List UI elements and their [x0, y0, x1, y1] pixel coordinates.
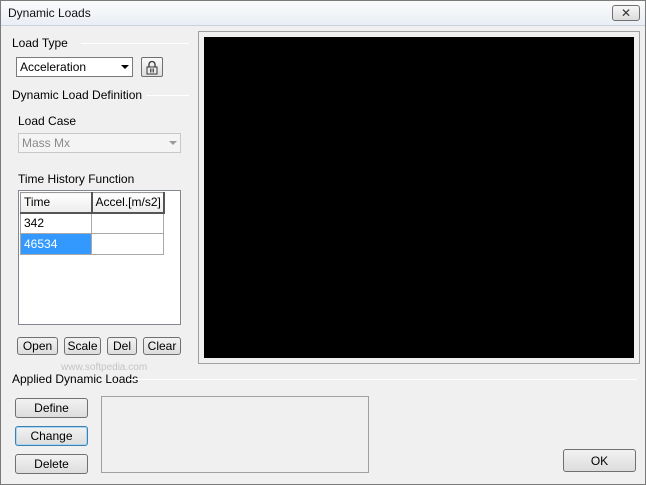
lock-icon: [146, 60, 158, 74]
load-case-select[interactable]: Mass Mx: [18, 133, 181, 153]
definition-divider: [146, 95, 189, 96]
define-button[interactable]: Define: [15, 398, 88, 418]
preview-canvas: [204, 37, 634, 358]
time-history-table: Time Accel.[m/s2] 342 46534: [20, 192, 165, 255]
clear-button[interactable]: Clear: [143, 337, 181, 355]
chevron-down-icon: [121, 65, 129, 69]
lock-button[interactable]: [141, 57, 163, 77]
close-icon: ✕: [620, 6, 632, 20]
preview-panel: [198, 31, 640, 364]
table-cell[interactable]: [91, 212, 164, 234]
dynamic-load-definition-label: Dynamic Load Definition: [12, 88, 143, 102]
close-button[interactable]: ✕: [612, 5, 640, 21]
applied-dynamic-loads-label: Applied Dynamic Loads: [12, 372, 139, 386]
del-button[interactable]: Del: [107, 337, 137, 355]
load-type-value: Acceleration: [20, 60, 87, 74]
load-type-divider: [81, 43, 189, 44]
load-type-label: Load Type: [12, 36, 68, 50]
column-header-accel[interactable]: Accel.[m/s2]: [91, 192, 165, 214]
open-button[interactable]: Open: [17, 337, 58, 355]
change-button[interactable]: Change: [15, 426, 88, 446]
delete-button[interactable]: Delete: [15, 454, 88, 474]
table-cell[interactable]: [91, 233, 164, 255]
window-title: Dynamic Loads: [8, 6, 91, 20]
load-case-value: Mass Mx: [22, 136, 70, 150]
load-case-label: Load Case: [18, 114, 77, 128]
time-history-grid[interactable]: Time Accel.[m/s2] 342 46534: [18, 190, 181, 325]
time-history-label: Time History Function: [18, 172, 135, 186]
table-row: 342: [20, 212, 164, 234]
title-bar: Dynamic Loads ✕: [1, 1, 645, 26]
ok-button[interactable]: OK: [563, 449, 636, 472]
table-cell-selected[interactable]: 46534: [20, 233, 92, 255]
applied-loads-list[interactable]: [101, 396, 369, 473]
applied-divider: [129, 379, 637, 380]
table-header-row: Time Accel.[m/s2]: [20, 192, 165, 214]
scale-button[interactable]: Scale: [64, 337, 101, 355]
chevron-down-icon: [169, 141, 177, 145]
load-type-select[interactable]: Acceleration: [16, 57, 133, 77]
table-row: 46534: [20, 233, 164, 255]
dynamic-loads-dialog: Dynamic Loads ✕ Load Type Acceleration D…: [0, 0, 646, 485]
table-cell[interactable]: 342: [20, 212, 92, 234]
column-header-time[interactable]: Time: [20, 192, 93, 214]
